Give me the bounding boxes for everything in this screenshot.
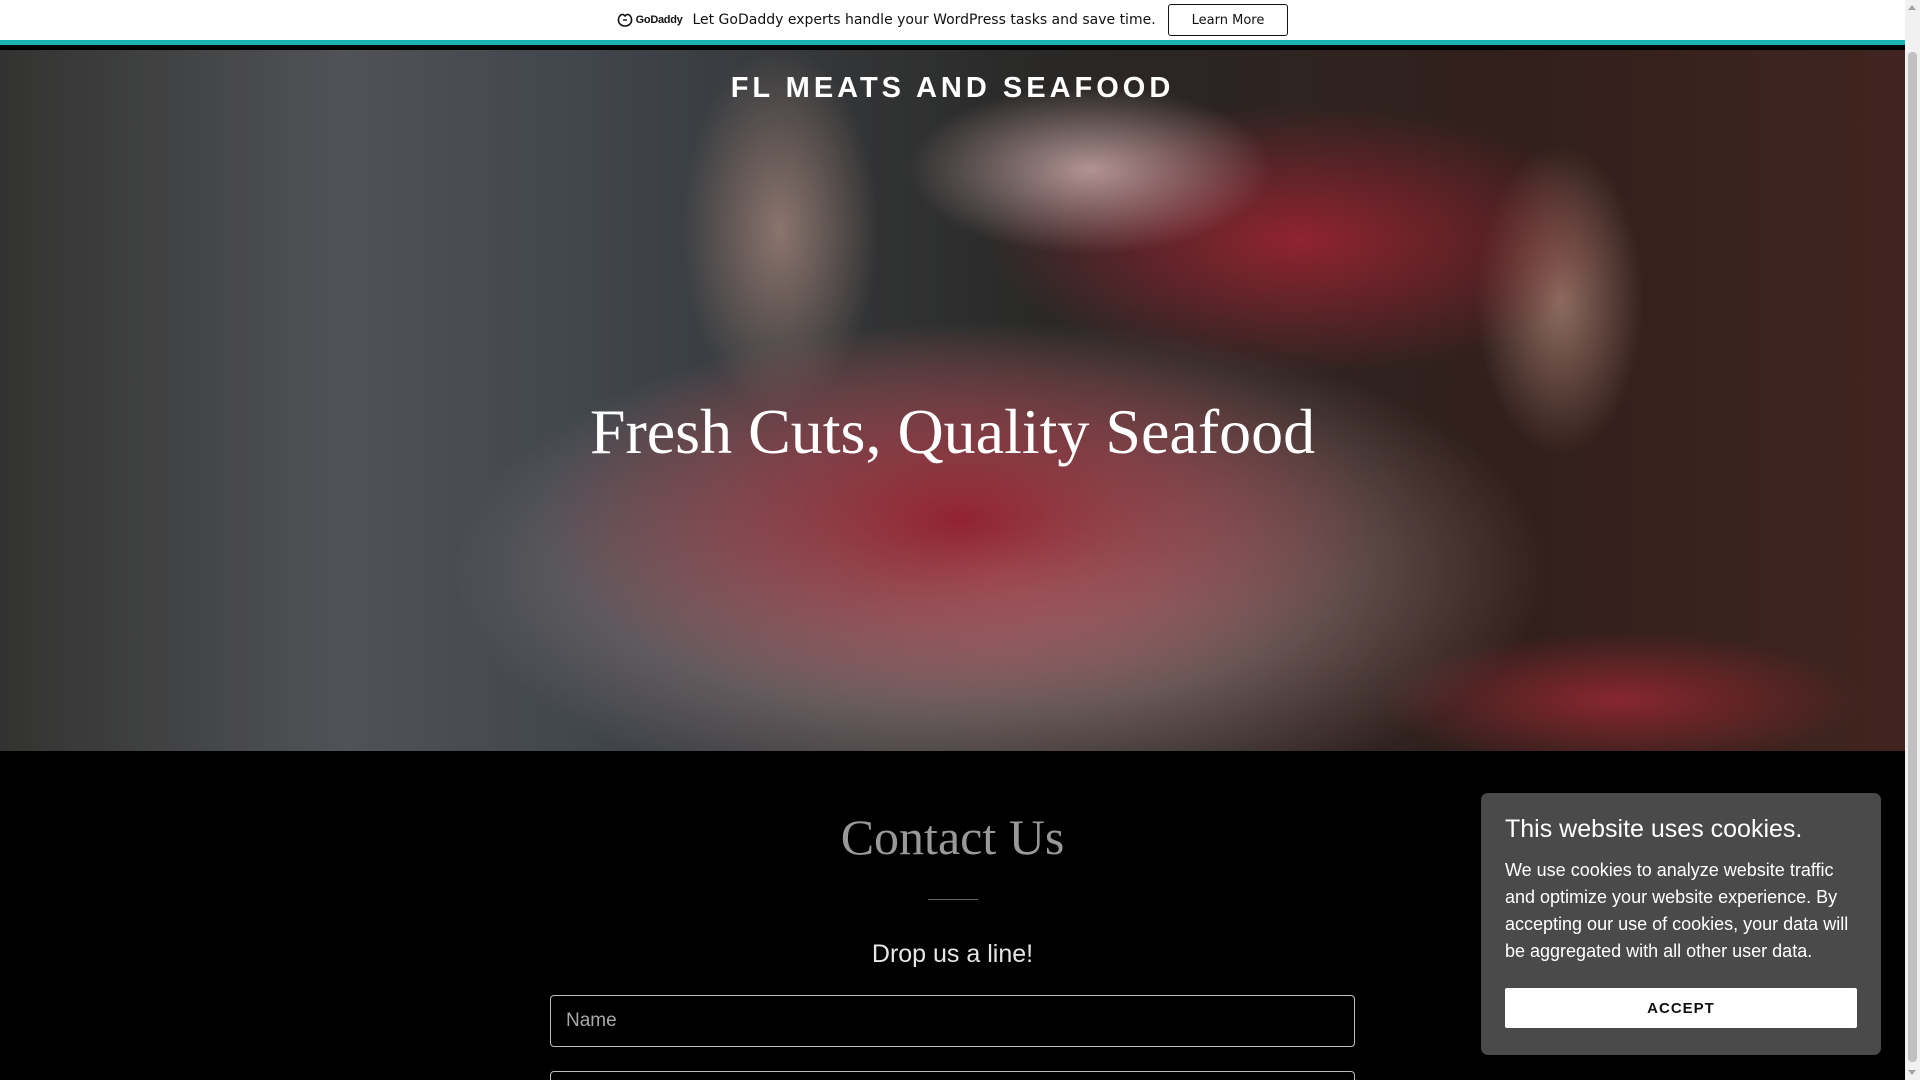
hero-title: Fresh Cuts, Quality Seafood [589, 396, 1316, 467]
hero-banner: FL MEATS AND SEAFOOD Fresh Cuts, Quality… [0, 50, 1905, 751]
cookie-dialog: This website uses cookies. We use cookie… [1481, 793, 1881, 1055]
promo-message: Let GoDaddy experts handle your WordPres… [692, 12, 1156, 28]
cookie-body: We use cookies to analyze website traffi… [1505, 860, 1849, 961]
scrollbar-thumb[interactable] [1908, 52, 1917, 1062]
godaddy-logo-icon [617, 13, 633, 27]
site-brand[interactable]: FL MEATS AND SEAFOOD [0, 72, 1905, 105]
scroll-down-icon[interactable] [1908, 1070, 1916, 1075]
email-input[interactable] [550, 1071, 1355, 1080]
scroll-up-icon[interactable] [1908, 5, 1916, 10]
godaddy-logo[interactable]: GoDaddy [617, 13, 683, 27]
godaddy-logo-text: GoDaddy [635, 14, 683, 26]
scrollbar[interactable] [1905, 0, 1920, 1080]
cookie-title: This website uses cookies. [1505, 815, 1803, 843]
learn-more-button[interactable]: Learn More [1167, 4, 1289, 36]
promo-bar: GoDaddy Let GoDaddy experts handle your … [0, 0, 1905, 45]
name-input[interactable] [550, 995, 1355, 1047]
section-divider [928, 899, 978, 900]
page: GoDaddy Let GoDaddy experts handle your … [0, 0, 1905, 1080]
accept-cookies-button[interactable]: ACCEPT [1505, 988, 1857, 1028]
